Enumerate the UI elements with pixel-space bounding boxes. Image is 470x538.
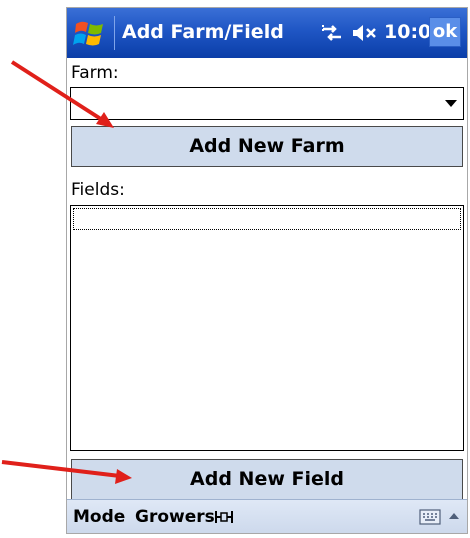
volume-muted-icon[interactable] — [351, 23, 381, 43]
fields-list[interactable] — [70, 205, 464, 451]
menu-bar: Mode Growers — [67, 499, 467, 533]
title-separator — [114, 16, 115, 50]
connectivity-icon[interactable] — [320, 21, 344, 45]
ok-button[interactable]: ok — [429, 17, 461, 47]
windows-start-icon[interactable] — [73, 18, 107, 50]
window-title: Add Farm/Field — [122, 21, 284, 43]
keyboard-icon[interactable] — [419, 509, 441, 525]
pocket-pc-screen: Add Farm/Field 10:02 ok Farm: Add New Fa… — [66, 7, 468, 534]
list-item-focus[interactable] — [73, 208, 461, 230]
add-new-farm-button[interactable]: Add New Farm — [71, 126, 463, 167]
fields-label: Fields: — [71, 180, 125, 200]
farm-dropdown[interactable] — [70, 87, 464, 120]
sip-up-arrow-icon[interactable] — [449, 513, 459, 519]
growers-menu[interactable]: Growers — [135, 507, 215, 527]
network-tool-icon[interactable] — [214, 509, 234, 525]
chevron-down-icon[interactable] — [445, 100, 457, 107]
title-bar: Add Farm/Field 10:02 ok — [67, 8, 467, 58]
add-new-field-button[interactable]: Add New Field — [71, 459, 463, 500]
farm-label: Farm: — [71, 63, 119, 83]
mode-menu[interactable]: Mode — [73, 507, 125, 527]
